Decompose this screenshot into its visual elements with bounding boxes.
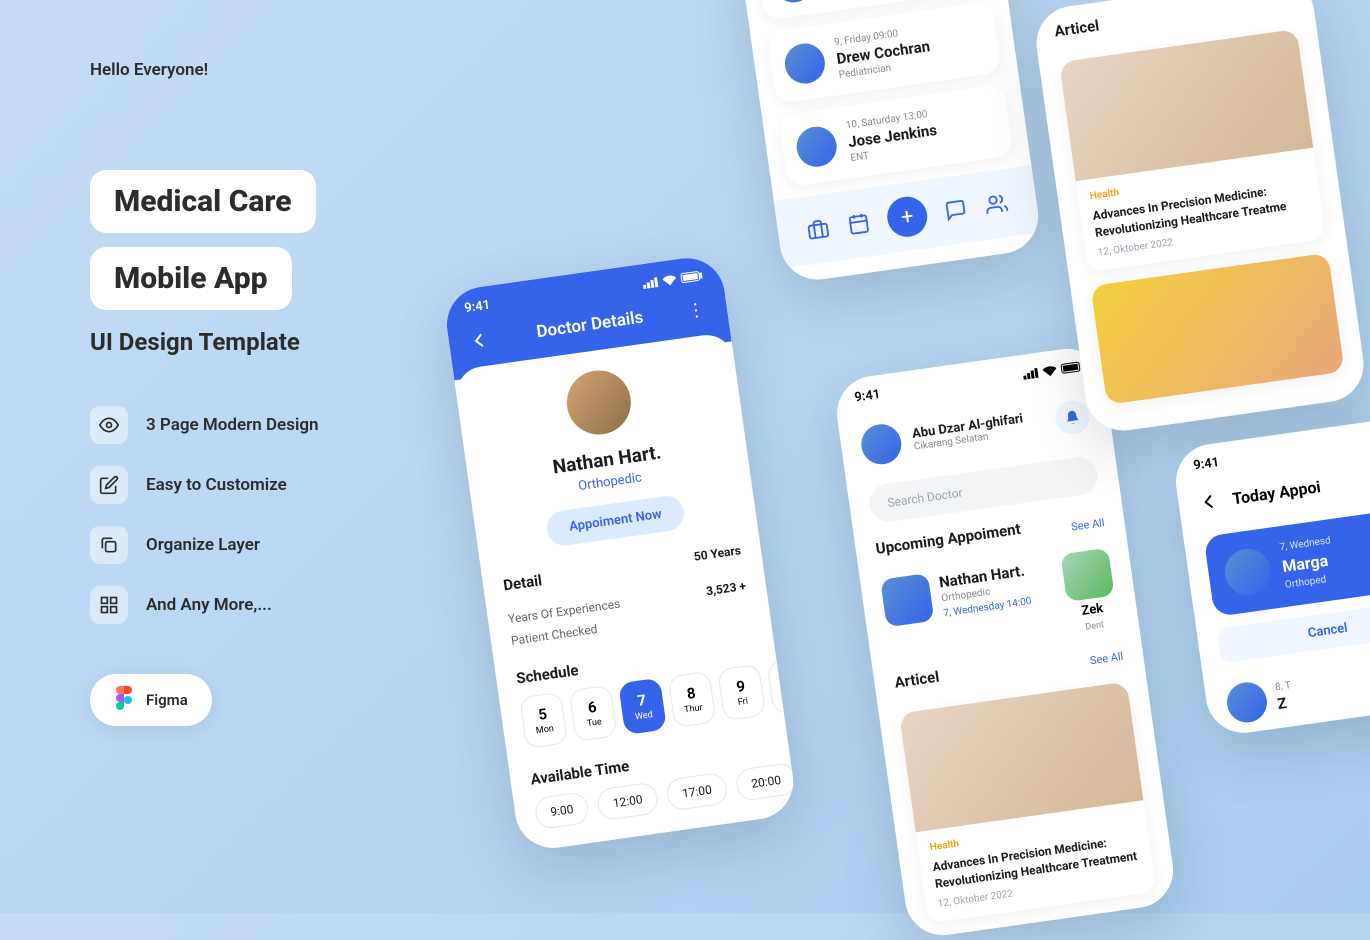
feature-item: Organize Layer [90, 526, 490, 564]
detail-label: Detail [502, 571, 543, 594]
add-button[interactable]: + [885, 194, 930, 239]
doctor-avatar [880, 573, 934, 627]
figma-label: Figma [146, 691, 188, 709]
article-label: Articel [893, 668, 940, 692]
back-button[interactable] [467, 327, 494, 354]
appointment-button[interactable]: Appoiment Now [545, 494, 686, 548]
doctor-avatar [782, 41, 827, 86]
status-icons [1022, 361, 1083, 380]
page-title: Today Appoi [1231, 477, 1322, 508]
feature-item: 3 Page Modern Design [90, 406, 490, 444]
doctor-avatar [563, 366, 635, 438]
user-avatar[interactable] [859, 422, 904, 467]
layers-icon [90, 526, 128, 564]
status-time: 9:41 [1192, 455, 1220, 473]
eye-icon [90, 406, 128, 444]
back-button[interactable] [1197, 488, 1224, 515]
figma-chip: Figma [90, 674, 212, 726]
see-all-link[interactable]: See All [1089, 649, 1124, 667]
article-card[interactable]: Health Advances In Precision Medicine: R… [899, 681, 1156, 923]
edit-icon [90, 466, 128, 504]
schedule-day[interactable]: 8Thur [668, 671, 717, 728]
phone-today: 9:41 Today Appoi 7, Wednesd Marga Orthop… [1171, 413, 1370, 737]
time-slot[interactable]: 17:00 [665, 772, 729, 812]
subtitle: UI Design Template [90, 328, 490, 356]
users-icon[interactable] [984, 192, 1009, 217]
see-all-link[interactable]: See All [1070, 516, 1105, 534]
doctor-avatar [1224, 680, 1269, 725]
upcoming-label: Upcoming Appoiment [875, 520, 1022, 558]
phone-article: Articel Health Advances In Precision Med… [1032, 0, 1369, 435]
doctor-avatar [794, 124, 839, 169]
schedule-day[interactable]: 6Tue [569, 685, 618, 742]
calendar-icon[interactable] [846, 211, 871, 236]
grid-icon [90, 586, 128, 624]
title-chip-1: Medical Care [90, 170, 316, 233]
chat-icon[interactable] [944, 197, 969, 222]
notification-button[interactable] [1053, 398, 1091, 436]
schedule-day[interactable]: 7Wed [618, 678, 667, 735]
status-time: 9:41 [854, 387, 882, 405]
time-slot[interactable]: 20:00 [734, 762, 798, 802]
article-card[interactable]: Health Advances In Precision Medicine: R… [1059, 29, 1326, 272]
briefcase-icon[interactable] [806, 217, 831, 242]
more-button[interactable]: ⋮ [686, 298, 709, 322]
phone-home: 9:41 Abu Dzar Al-ghifari Cikarang Selata… [832, 344, 1178, 940]
feature-item: And Any More,... [90, 586, 490, 624]
article-image [1090, 252, 1344, 404]
figma-icon [114, 686, 134, 714]
doctor-avatar [1222, 546, 1274, 598]
title-chip-2: Mobile App [90, 247, 292, 310]
schedule-day[interactable]: 5Mon [519, 692, 568, 749]
greeting-text: Hello Everyone! [90, 60, 490, 80]
schedule-day[interactable]: 9Fri [717, 664, 766, 721]
schedule-day[interactable]: 10Sat [767, 657, 798, 714]
status-time: 9:41 [463, 298, 491, 316]
time-slot[interactable]: 9:00 [533, 791, 590, 830]
doctor-avatar [1060, 548, 1114, 602]
phone-doctor-details: 9:41 Doctor Details ⋮ Nathan Hart. Ortho… [442, 253, 798, 852]
doctor-avatar [771, 0, 816, 5]
phone-appointments: Zeke DixonDentist9, Friday 09:00Drew Coc… [737, 0, 1043, 284]
today-appointment-card[interactable]: 7, Wednesd Marga Orthoped [1203, 506, 1370, 617]
status-icons [642, 270, 703, 289]
article-card[interactable] [1090, 252, 1344, 404]
article-label: Articel [1053, 16, 1100, 40]
time-slot[interactable]: 12:00 [596, 781, 660, 821]
feature-item: Easy to Customize [90, 466, 490, 504]
